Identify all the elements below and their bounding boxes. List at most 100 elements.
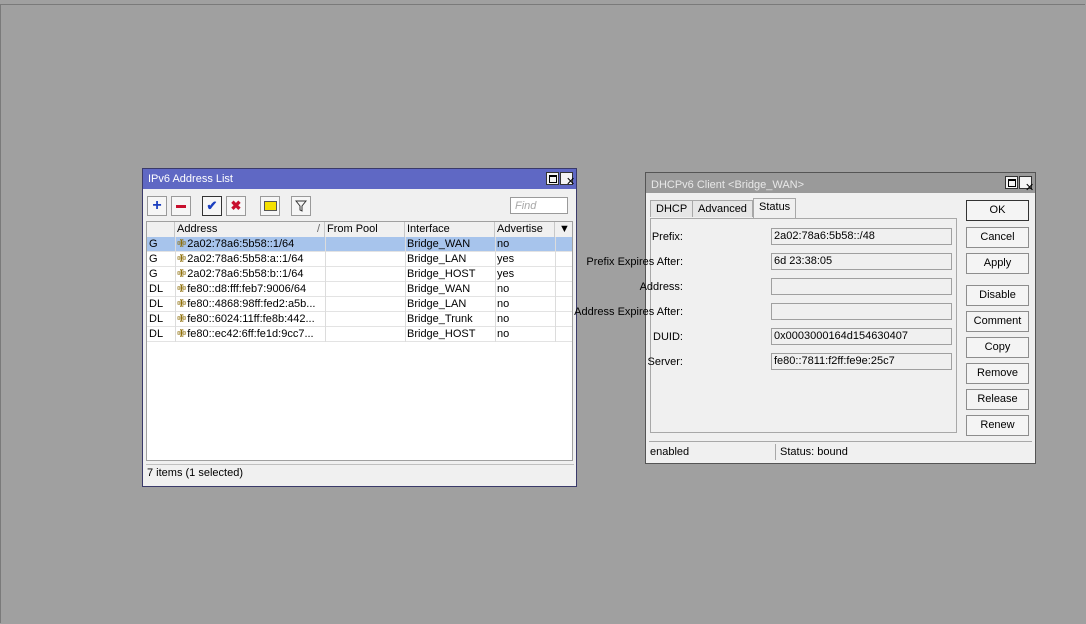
- address-cell: ✙ fe80::4868:98ff:fed2:a5b...: [177, 297, 325, 311]
- flag-cell: G: [149, 253, 158, 265]
- bound-status: Status: bound: [780, 446, 848, 458]
- from-pool-cell: [327, 312, 405, 326]
- column-divider: [405, 237, 406, 342]
- column-address-label: Address: [177, 223, 218, 235]
- interface-cell: Bridge_Trunk: [407, 313, 473, 325]
- tab-status[interactable]: Status: [753, 198, 797, 218]
- maximize-button[interactable]: [1005, 176, 1018, 189]
- table-row[interactable]: G ✙ 2a02:78a6:5b58::1/64 Bridge_WAN no: [147, 237, 572, 252]
- apply-button[interactable]: Apply: [966, 253, 1029, 274]
- table-row[interactable]: G ✙ 2a02:78a6:5b58:a::1/64 Bridge_LAN yes: [147, 252, 572, 267]
- remove-button[interactable]: [171, 196, 191, 216]
- renew-button[interactable]: Renew: [966, 415, 1029, 436]
- release-button[interactable]: Release: [966, 389, 1029, 410]
- address-expires-label: Address Expires After:: [574, 306, 683, 318]
- column-from-pool-label: From Pool: [327, 223, 378, 235]
- interface-cell: Bridge_HOST: [407, 328, 476, 340]
- comment-button[interactable]: [260, 196, 280, 216]
- column-divider: [555, 237, 556, 342]
- disable-icon: ✖: [230, 198, 242, 213]
- address-table: Address / From Pool Interface Advertise …: [146, 221, 573, 461]
- status-bar: 7 items (1 selected): [146, 464, 574, 482]
- interface-cell: Bridge_WAN: [407, 283, 471, 295]
- status-panel: Prefix: 2a02:78a6:5b58::/48 Prefix Expir…: [574, 218, 957, 433]
- column-advertise[interactable]: Advertise: [495, 222, 555, 237]
- toolbar: + ✔ ✖ Find: [147, 196, 572, 216]
- server-label: Server:: [647, 356, 683, 368]
- maximize-button[interactable]: [546, 172, 559, 185]
- advertise-cell: no: [497, 238, 510, 250]
- flag-cell: G: [149, 268, 158, 280]
- tab-dhcp[interactable]: DHCP: [650, 200, 694, 217]
- close-icon: ✕: [566, 176, 576, 188]
- server-field[interactable]: fe80::7811:f2ff:fe9e:25c7: [771, 353, 952, 370]
- address-cell: ✙ 2a02:78a6:5b58::1/64: [177, 237, 325, 251]
- advertise-cell: yes: [497, 253, 515, 265]
- flag-cell: G: [149, 238, 158, 250]
- column-address[interactable]: Address /: [175, 222, 325, 237]
- address-cell: ✙ fe80::d8:fff:feb7:9006/64: [177, 282, 325, 296]
- table-row[interactable]: G ✙ 2a02:78a6:5b58:b::1/64 Bridge_HOST yes: [147, 267, 572, 282]
- copy-button[interactable]: Copy: [966, 337, 1029, 358]
- close-button[interactable]: ✕: [560, 172, 576, 188]
- status-bar: enabled Status: bound: [649, 441, 1032, 461]
- from-pool-cell: [327, 267, 405, 281]
- column-advertise-label: Advertise: [497, 223, 543, 235]
- find-input[interactable]: Find: [510, 197, 568, 214]
- prefix-label: Prefix:: [651, 231, 683, 243]
- column-interface[interactable]: Interface: [405, 222, 495, 237]
- address-icon: ✙: [177, 298, 187, 310]
- filter-button[interactable]: [291, 196, 311, 216]
- title-bar[interactable]: DHCPv6 Client <Bridge_WAN> ✕: [646, 173, 1035, 194]
- from-pool-cell: [327, 297, 405, 311]
- from-pool-cell: [327, 282, 405, 296]
- ok-button[interactable]: OK: [966, 200, 1029, 221]
- column-from-pool[interactable]: From Pool: [325, 222, 405, 237]
- prefix-expires-label: Prefix Expires After:: [586, 256, 683, 268]
- comment-button[interactable]: Comment: [966, 311, 1029, 332]
- table-row[interactable]: DL ✙ fe80::6024:11ff:fe8b:442... Bridge_Tru…: [147, 312, 572, 327]
- table-row[interactable]: DL ✙ fe80::ec42:6ff:fe1d:9cc7... Bridge_HOS…: [147, 327, 572, 342]
- add-button[interactable]: +: [147, 196, 167, 216]
- duid-label: DUID:: [653, 331, 683, 343]
- prefix-expires-field[interactable]: 6d 23:38:05: [771, 253, 952, 270]
- advertise-cell: no: [497, 298, 510, 310]
- address-field[interactable]: [771, 278, 952, 295]
- from-pool-cell: [327, 327, 405, 341]
- address-text: fe80::6024:11ff:fe8b:442...: [187, 312, 315, 325]
- interface-cell: Bridge_LAN: [407, 298, 467, 310]
- address-cell: ✙ fe80::6024:11ff:fe8b:442...: [177, 312, 325, 326]
- remove-icon: [176, 204, 186, 208]
- address-icon: ✙: [177, 328, 187, 340]
- address-icon: ✙: [177, 238, 187, 250]
- window-title: DHCPv6 Client <Bridge_WAN>: [651, 179, 805, 191]
- disable-button[interactable]: ✖: [226, 196, 246, 216]
- title-bar[interactable]: IPv6 Address List ✕: [143, 169, 576, 189]
- column-divider: [325, 237, 326, 342]
- enabled-status: enabled: [650, 444, 776, 460]
- address-expires-field[interactable]: [771, 303, 952, 320]
- column-divider: [495, 237, 496, 342]
- enable-button[interactable]: ✔: [202, 196, 222, 216]
- sort-indicator: /: [316, 223, 320, 235]
- tab-advanced[interactable]: Advanced: [692, 200, 753, 217]
- flag-column-header[interactable]: [147, 222, 175, 237]
- table-row[interactable]: DL ✙ fe80::d8:fff:feb7:9006/64 Bridge_WAN no: [147, 282, 572, 297]
- address-text: fe80::ec42:6ff:fe1d:9cc7...: [187, 327, 314, 340]
- ipv6-address-list-window: IPv6 Address List ✕ + ✔ ✖ Find Address /…: [142, 168, 577, 487]
- prefix-field[interactable]: 2a02:78a6:5b58::/48: [771, 228, 952, 245]
- table-row[interactable]: DL ✙ fe80::4868:98ff:fed2:a5b... Bridge_LAN…: [147, 297, 572, 312]
- disable-button[interactable]: Disable: [966, 285, 1029, 306]
- address-icon: ✙: [177, 313, 187, 325]
- address-text: 2a02:78a6:5b58:a::1/64: [187, 252, 304, 265]
- address-cell: ✙ fe80::ec42:6ff:fe1d:9cc7...: [177, 327, 325, 341]
- remove-button[interactable]: Remove: [966, 363, 1029, 384]
- duid-field[interactable]: 0x0003000164d154630407: [771, 328, 952, 345]
- close-button[interactable]: ✕: [1019, 176, 1034, 194]
- column-interface-label: Interface: [407, 223, 450, 235]
- interface-cell: Bridge_LAN: [407, 253, 467, 265]
- cancel-button[interactable]: Cancel: [966, 227, 1029, 248]
- address-text: 2a02:78a6:5b58::1/64: [187, 237, 295, 250]
- advertise-cell: no: [497, 283, 510, 295]
- window-title: IPv6 Address List: [148, 173, 233, 185]
